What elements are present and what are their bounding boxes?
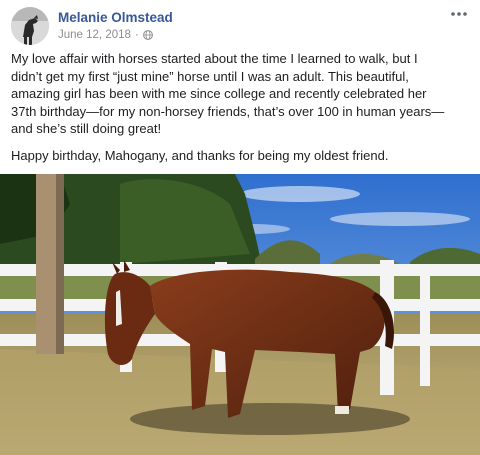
post-card: Melanie Olmstead June 12, 2018 · My love…: [0, 0, 480, 455]
post-header: Melanie Olmstead June 12, 2018 ·: [0, 0, 480, 48]
meta-separator: ·: [134, 29, 139, 41]
post-text: My love affair with horses started about…: [11, 50, 471, 165]
author-name[interactable]: Melanie Olmstead: [58, 10, 173, 25]
more-options-button[interactable]: [448, 6, 470, 22]
more-options-icon: [451, 12, 467, 16]
post-body-line: amazing girl has been with me since coll…: [11, 86, 427, 102]
avatar-horse-icon: [11, 7, 49, 45]
post-closing-line: Happy birthday, Mahogany, and thanks for…: [11, 147, 389, 163]
globe-icon[interactable]: [142, 30, 153, 40]
post-body-line: My love affair with horses started about…: [11, 51, 418, 66]
post-date[interactable]: June 12, 2018: [58, 29, 131, 41]
post-body-line: didn’t get my first “just mine” horse un…: [11, 68, 409, 84]
post-meta: June 12, 2018 ·: [58, 29, 153, 41]
post-body-line: 37th birthday—for my non-horsey friends,…: [11, 103, 445, 119]
post-photo[interactable]: [0, 174, 480, 455]
post-body-line: and she’s still doing great!: [11, 121, 162, 137]
author-avatar[interactable]: [11, 7, 49, 45]
